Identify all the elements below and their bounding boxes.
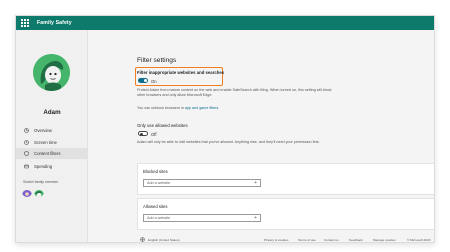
person-icon [22, 190, 32, 197]
allowed-only-toggle[interactable] [138, 131, 148, 136]
blocked-site-placeholder: Add a website [147, 181, 171, 185]
footer-link-terms[interactable]: Terms of use [298, 238, 316, 242]
unblock-text: You can unblock browsers in app and game… [137, 106, 337, 111]
blocked-sites-panel: Blocked sites Add a website + [137, 163, 434, 195]
footer-link-privacy[interactable]: Privacy & cookies [264, 238, 288, 242]
footer-link-manage-cookies[interactable]: Manage cookies [373, 238, 396, 242]
main-content: Filter settings Filter inappropriate web… [89, 30, 434, 242]
sidebar-item-spending[interactable]: Spending [16, 161, 88, 172]
app-window: Family Safety Adam Overview Screen time … [15, 15, 435, 243]
footer-link-feedback[interactable]: Feedback [349, 238, 363, 242]
allowed-only-label: Only use allowed websites [137, 123, 188, 128]
sidebar: Adam Overview Screen time Content filter… [16, 30, 88, 242]
sidebar-item-overview[interactable]: Overview [16, 125, 88, 136]
globe-icon [140, 237, 145, 242]
avatar-character-icon [33, 54, 70, 91]
blocked-site-input[interactable]: Add a website + [143, 179, 261, 187]
page-title: Filter settings [137, 57, 177, 64]
allowed-site-placeholder: Add a website [147, 216, 171, 220]
sidebar-item-label: Content filters [34, 151, 61, 156]
family-member-avatar[interactable] [22, 187, 32, 197]
sidebar-item-label: Overview [34, 128, 52, 133]
screen-time-icon [24, 140, 29, 145]
app-title: Family Safety [37, 20, 72, 26]
sidebar-item-screen-time[interactable]: Screen time [16, 137, 88, 148]
switch-family-member-label: Switch family member [23, 180, 59, 184]
content-filters-icon [24, 151, 29, 156]
footer: English (United States) Privacy & cookie… [89, 237, 434, 242]
allowed-site-input[interactable]: Add a website + [143, 214, 261, 222]
plus-icon[interactable]: + [254, 180, 257, 186]
top-bar: Family Safety [16, 16, 434, 30]
app-game-filters-link[interactable]: app and game filters. [185, 106, 219, 110]
copyright: © Microsoft 2023 [407, 238, 431, 242]
character-icon [34, 190, 44, 197]
allowed-sites-panel: Allowed sites Add a website + [137, 198, 434, 230]
filter-toggle[interactable] [138, 78, 148, 83]
app-launcher-icon[interactable] [21, 19, 29, 27]
sidebar-item-content-filters[interactable]: Content filters [16, 148, 88, 159]
sidebar-item-label: Screen time [34, 140, 57, 145]
sidebar-item-label: Spending [34, 164, 53, 169]
spending-icon [24, 164, 29, 169]
footer-link-contact[interactable]: Contact us [324, 238, 339, 242]
filter-toggle-label: Filter inappropriate websites and search… [137, 70, 225, 75]
allowed-sites-title: Allowed sites [143, 204, 168, 209]
family-member-avatar[interactable] [34, 187, 44, 197]
unblock-prefix: You can unblock browsers in [137, 106, 184, 110]
allowed-only-state: Off [151, 131, 157, 137]
filter-toggle-state: On [151, 78, 157, 84]
overview-icon [24, 128, 29, 133]
allowed-only-description: Adam will only be able to visit websites… [137, 140, 320, 144]
user-name: Adam [43, 109, 61, 116]
blocked-sites-title: Blocked sites [143, 169, 168, 174]
filter-description: Protect Adam from mature content on the … [137, 88, 332, 98]
avatar [33, 54, 70, 91]
language-selector[interactable]: English (United States) [148, 238, 180, 242]
plus-icon[interactable]: + [254, 215, 257, 221]
